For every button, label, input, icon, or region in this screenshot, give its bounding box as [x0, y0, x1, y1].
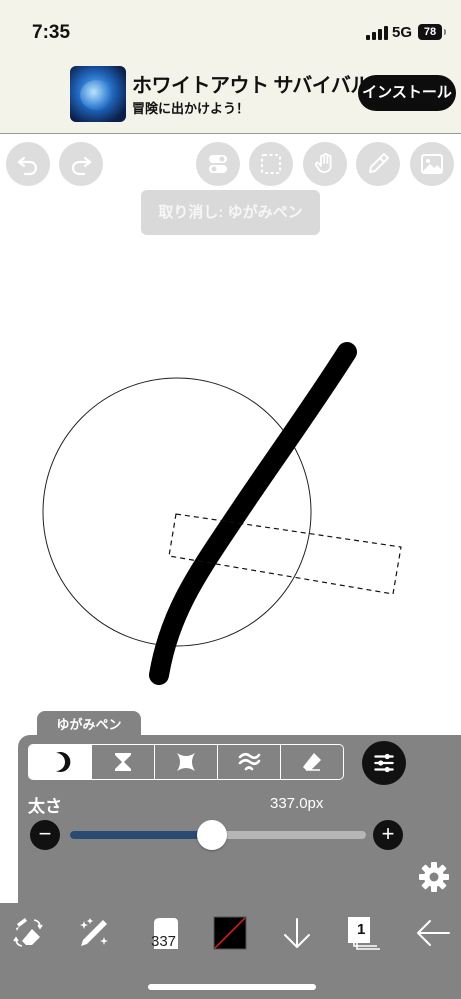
- mode-pinch[interactable]: [155, 745, 218, 779]
- mode-eraser[interactable]: [281, 745, 343, 779]
- redo-button[interactable]: [59, 142, 103, 186]
- arrow-left-icon: [417, 920, 450, 946]
- brush-settings-button[interactable]: [362, 741, 406, 785]
- magic-wand-button[interactable]: [74, 913, 114, 953]
- ad-title[interactable]: ホワイトアウト サバイバル: [132, 69, 370, 98]
- gear-icon[interactable]: [417, 860, 451, 894]
- hourglass-icon: [115, 753, 131, 771]
- cellular-signal-icon: [366, 26, 388, 40]
- toggle-icon: [209, 155, 227, 173]
- brush-size-badge: 337: [151, 933, 177, 950]
- status-time: 7:35: [32, 22, 71, 43]
- home-indicator: [148, 984, 316, 990]
- color-swatch-icon: [213, 916, 247, 950]
- back-button[interactable]: [413, 913, 453, 953]
- size-value: 337.0px: [270, 795, 324, 812]
- selection-icon: [261, 154, 281, 174]
- mode-selector[interactable]: [28, 744, 344, 780]
- ad-banner[interactable]: ホワイトアウト サバイバル 冒険に出かけよう！ インストール: [0, 62, 461, 134]
- size-slider-fill: [70, 831, 213, 839]
- eraser-icon: [303, 753, 321, 771]
- hand-button[interactable]: [303, 142, 347, 186]
- image-icon: [421, 154, 443, 174]
- selection-button[interactable]: [249, 142, 293, 186]
- undo-button[interactable]: [6, 142, 50, 186]
- brush-stroke: [149, 342, 357, 685]
- pinch-icon: [177, 753, 195, 771]
- sliders-icon: [374, 753, 394, 773]
- download-button[interactable]: [277, 913, 317, 953]
- size-decrease-button[interactable]: −: [30, 820, 60, 850]
- status-bar: 7:35 5G 78: [0, 0, 461, 62]
- pen-eraser-switch-button[interactable]: [8, 913, 48, 953]
- ad-subtitle[interactable]: 冒険に出かけよう！: [132, 98, 249, 117]
- redo-icon: [71, 156, 92, 176]
- ad-install-button[interactable]: インストール: [358, 75, 456, 111]
- mode-crescent[interactable]: [29, 745, 92, 779]
- eyedropper-icon: [369, 153, 389, 173]
- toggle-button[interactable]: [196, 142, 240, 186]
- color-button[interactable]: [210, 913, 250, 953]
- wave-icon: [238, 752, 261, 771]
- layers-button[interactable]: 1: [343, 913, 383, 953]
- magic-wand-icon: [80, 918, 108, 946]
- drawing-canvas[interactable]: [0, 240, 461, 710]
- brush-panel: 太さ 337.0px − +: [18, 735, 461, 903]
- image-button[interactable]: [410, 142, 454, 186]
- arrow-down-icon: [284, 918, 310, 948]
- pen-eraser-switch-icon: [13, 918, 43, 947]
- network-type: 5G: [392, 24, 413, 41]
- bottom-toolbar: 337 1: [0, 903, 461, 999]
- size-slider[interactable]: [70, 820, 366, 850]
- undo-toast: 取り消し: ゆがみペン: [141, 190, 320, 235]
- hand-icon: [314, 153, 332, 173]
- brush-size-button[interactable]: 337: [142, 913, 190, 953]
- eyedropper-button[interactable]: [356, 142, 400, 186]
- battery-icon: 78: [418, 24, 446, 40]
- undo-icon: [17, 156, 38, 176]
- size-slider-thumb[interactable]: [197, 820, 228, 850]
- mode-hourglass[interactable]: [92, 745, 155, 779]
- size-increase-button[interactable]: +: [373, 820, 403, 850]
- mode-wave[interactable]: [218, 745, 281, 779]
- layer-number: 1: [357, 921, 366, 938]
- ad-image[interactable]: [70, 66, 126, 122]
- size-label: 太さ: [28, 797, 62, 816]
- moon-icon: [56, 752, 71, 772]
